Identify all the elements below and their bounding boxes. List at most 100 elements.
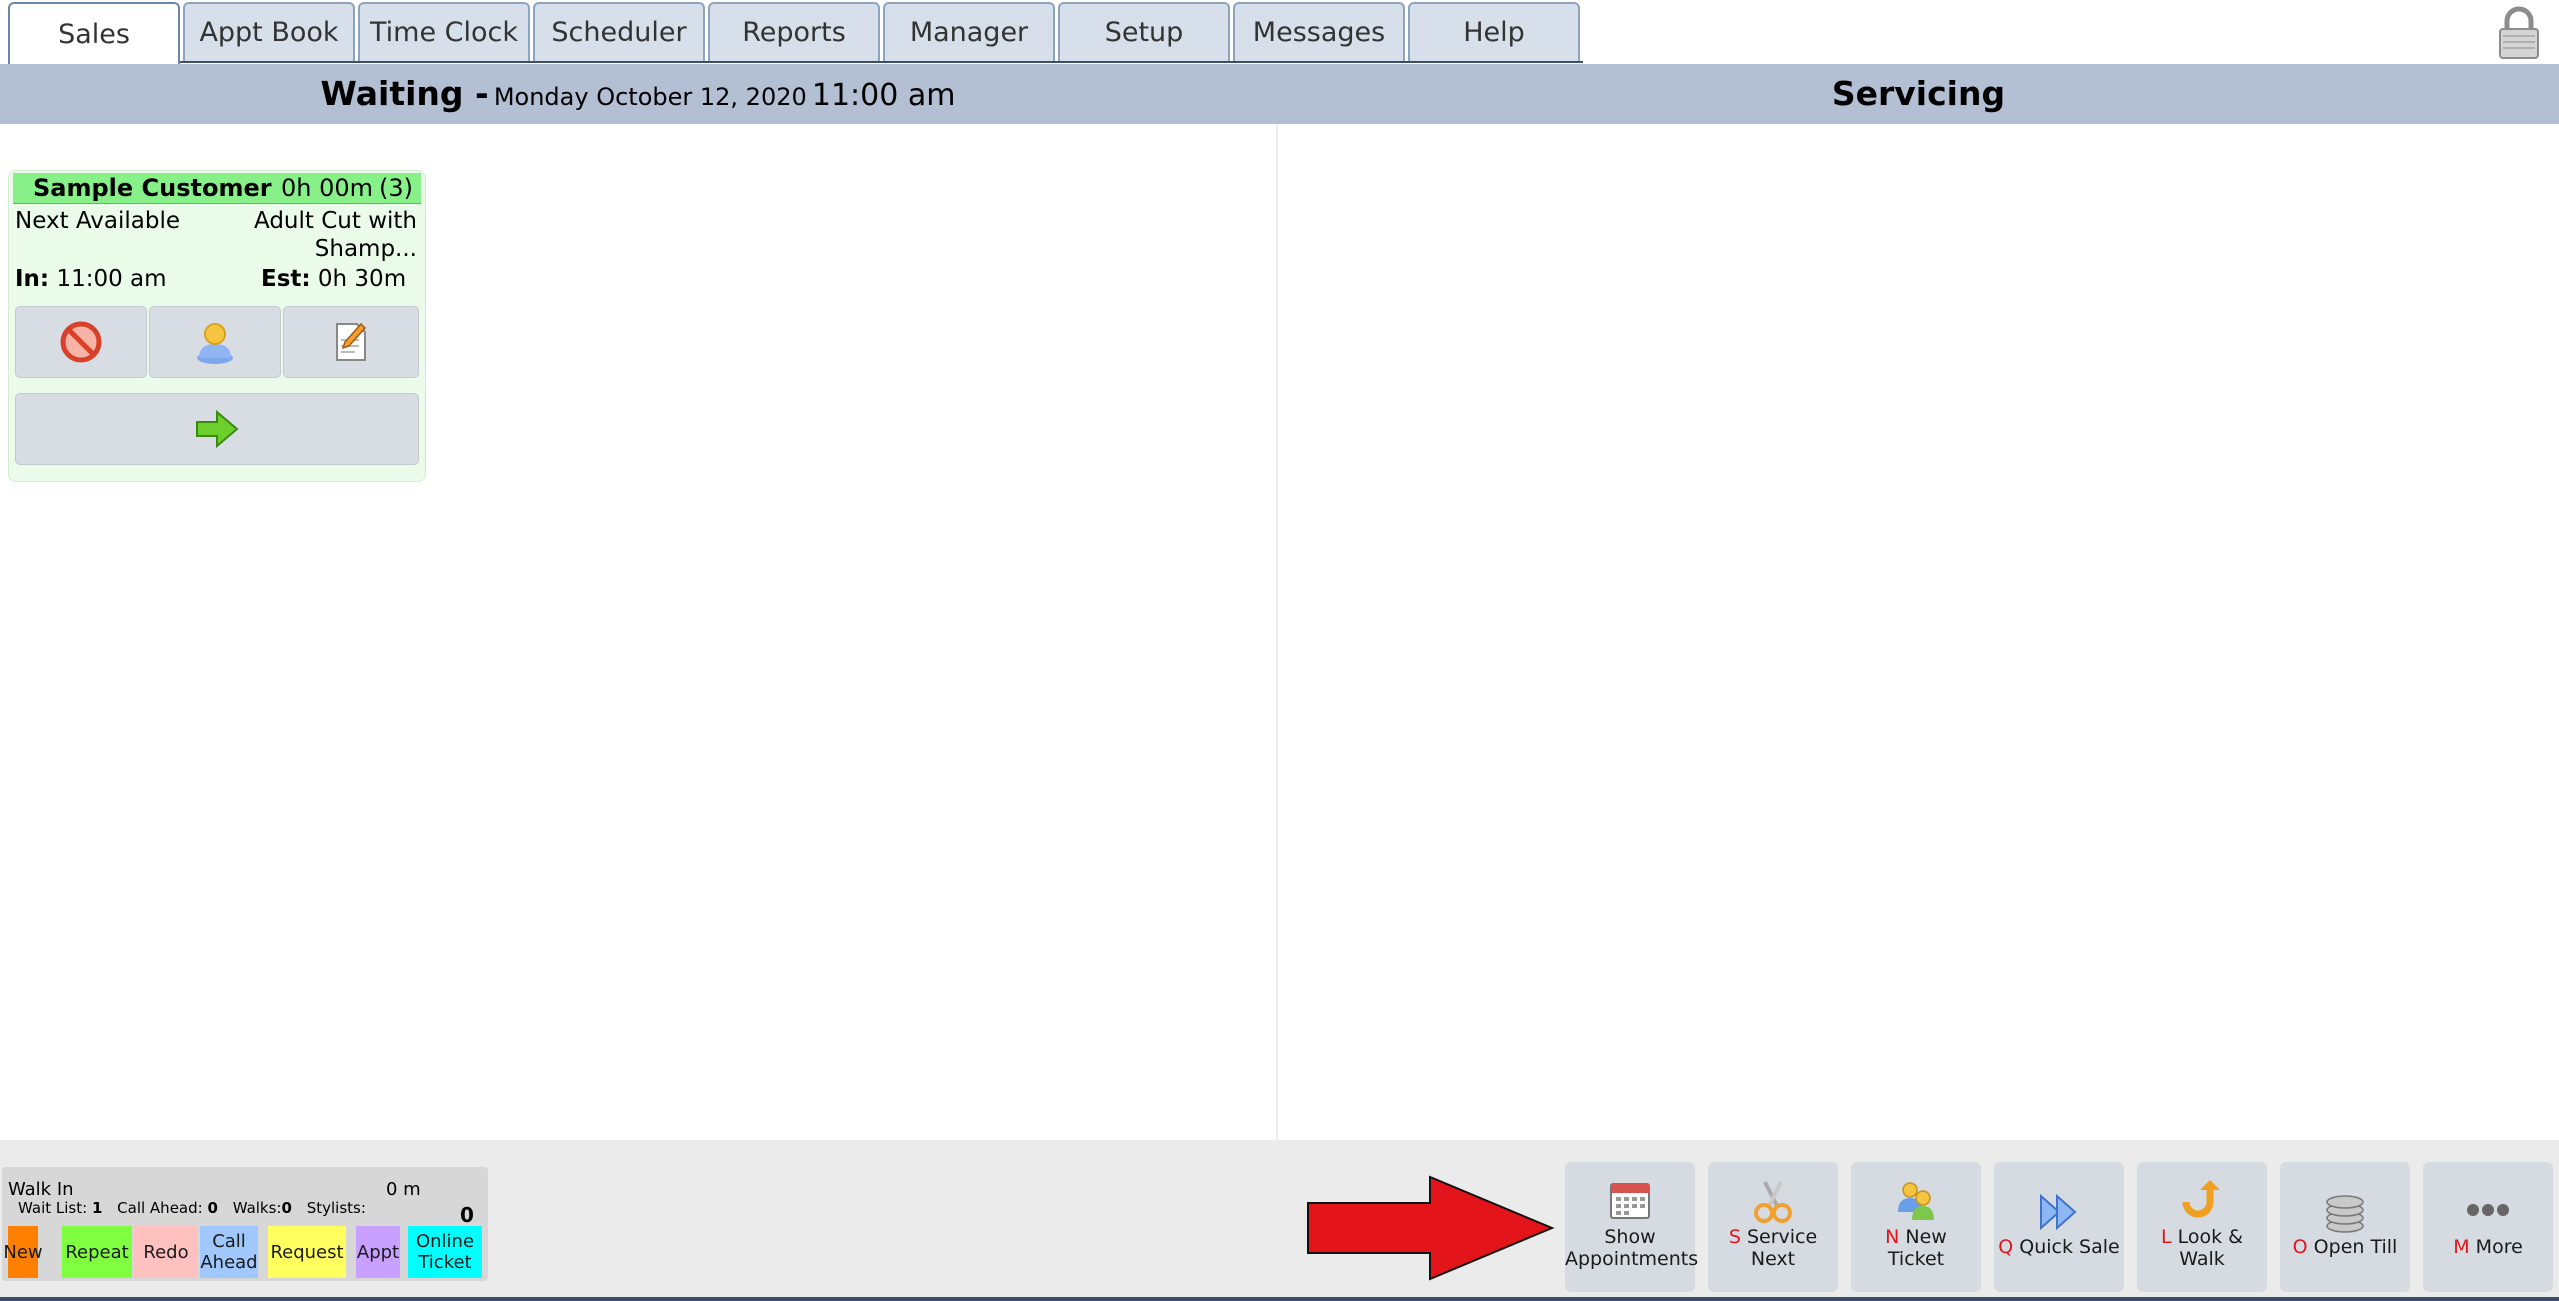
tab-sales[interactable]: Sales xyxy=(8,2,180,64)
legend-line-1: Call xyxy=(212,1231,246,1252)
service-line-2: Shamp... xyxy=(314,236,417,262)
tab-reports[interactable]: Reports xyxy=(708,2,880,61)
legend-line-2: Ticket xyxy=(418,1252,472,1273)
more-dots-icon xyxy=(2467,1204,2509,1216)
visit-count: (3) xyxy=(379,174,413,202)
stylists-label: Stylists: xyxy=(306,1199,366,1217)
walk-in-stats: Wait List: 1 Call Ahead: 0 Walks:0 Styli… xyxy=(18,1199,366,1217)
legend-label: Request xyxy=(270,1241,344,1263)
action-label: Show Appointments xyxy=(1565,1226,1699,1270)
action-line-1: New xyxy=(1905,1226,1947,1248)
current-time: 11:00 am xyxy=(811,78,956,113)
bottom-edge xyxy=(0,1297,2559,1301)
legend-new[interactable]: New xyxy=(3,1226,43,1278)
hotkey-letter: O xyxy=(2292,1236,2308,1258)
cancel-ticket-button[interactable] xyxy=(15,306,147,378)
action-label: O Open Till xyxy=(2280,1236,2410,1258)
tab-appt-book[interactable]: Appt Book xyxy=(183,2,355,61)
queue-header: Waiting - Monday October 12, 2020 11:00 … xyxy=(0,64,2559,124)
action-line-2: Next xyxy=(1750,1248,1796,1270)
legend-call-ahead[interactable]: Call Ahead xyxy=(200,1226,258,1278)
start-service-button[interactable] xyxy=(15,393,419,465)
tab-messages[interactable]: Messages xyxy=(1233,2,1405,61)
legend-label: Redo xyxy=(143,1241,189,1263)
prohibited-icon xyxy=(60,321,102,363)
action-line-1: Open Till xyxy=(2313,1236,2398,1258)
hotkey-letter: N xyxy=(1885,1226,1900,1248)
hotkey-letter: Q xyxy=(1998,1236,2014,1258)
quick-sale-button[interactable]: Q Quick Sale xyxy=(1994,1162,2124,1292)
wait-list-count: 1 xyxy=(91,1199,103,1217)
estimate-value: 0h 30m xyxy=(317,266,407,292)
main-tab-bar: Sales Appt Book Time Clock Scheduler Rep… xyxy=(0,0,2559,64)
open-till-button[interactable]: O Open Till xyxy=(2280,1162,2410,1292)
current-date: Monday October 12, 2020 xyxy=(493,83,807,111)
customer-profile-button[interactable] xyxy=(149,306,281,378)
person-icon xyxy=(197,323,233,364)
more-button[interactable]: M More xyxy=(2423,1162,2553,1292)
elapsed-time: 0h 00m xyxy=(281,174,374,202)
legend-line-1: Online xyxy=(415,1231,475,1252)
call-ahead-count: 0 xyxy=(207,1199,218,1217)
scissors-icon xyxy=(1754,1181,1792,1223)
legend-repeat[interactable]: Repeat xyxy=(62,1226,132,1278)
estimated-time: Est: 0h 30m xyxy=(261,265,406,293)
pane-divider xyxy=(1276,124,1278,1140)
tab-scheduler[interactable]: Scheduler xyxy=(533,2,705,61)
coin-stack-icon xyxy=(2326,1195,2364,1233)
tab-underline xyxy=(8,61,1583,63)
check-in-label: In: xyxy=(15,266,50,292)
legend-label: Appt xyxy=(356,1241,400,1263)
service-name: Adult Cut with Shamp... xyxy=(217,207,417,263)
call-ahead-label: Call Ahead: xyxy=(117,1199,203,1217)
annotation-arrow-icon xyxy=(1307,1175,1555,1281)
action-label: M More xyxy=(2423,1236,2553,1258)
walk-in-wait-time: 0 m xyxy=(386,1179,421,1200)
action-line-1: Service xyxy=(1746,1226,1818,1248)
legend-online-ticket[interactable]: Online Ticket xyxy=(408,1226,482,1278)
calendar-icon xyxy=(1610,1183,1650,1219)
arrow-right-icon xyxy=(196,409,239,449)
legend-request[interactable]: Request xyxy=(268,1226,346,1278)
legend-label: Repeat xyxy=(65,1241,129,1263)
lock-icon[interactable] xyxy=(2497,6,2541,60)
action-line-1: Look & xyxy=(2177,1226,2243,1248)
fast-forward-icon xyxy=(2040,1193,2077,1231)
service-next-button[interactable]: S Service Next xyxy=(1708,1162,1838,1292)
new-ticket-button[interactable]: N New Ticket xyxy=(1851,1162,1981,1292)
legend-redo[interactable]: Redo xyxy=(134,1226,198,1278)
waiting-label: Waiting - xyxy=(320,74,489,113)
action-label: Q Quick Sale xyxy=(1994,1236,2124,1258)
walk-in-total: 0 xyxy=(460,1203,474,1227)
wait-list-label: Wait List: xyxy=(18,1199,88,1217)
tab-time-clock[interactable]: Time Clock xyxy=(358,2,530,61)
u-turn-icon xyxy=(2182,1180,2220,1218)
walk-in-label: Walk In xyxy=(8,1179,74,1200)
action-label: L Look & Walk xyxy=(2137,1226,2267,1270)
show-appointments-button[interactable]: Show Appointments xyxy=(1565,1162,1699,1292)
ticket-card[interactable]: Sample Customer 0h 00m (3) Next Availabl… xyxy=(8,170,426,482)
tab-manager[interactable]: Manager xyxy=(883,2,1055,61)
legend-label: Call Ahead xyxy=(200,1231,257,1273)
ticket-card-header: Sample Customer 0h 00m (3) xyxy=(13,173,421,204)
walks-label: Walks: xyxy=(232,1199,282,1217)
legend-appt[interactable]: Appt xyxy=(356,1226,400,1278)
hotkey-letter: S xyxy=(1728,1226,1741,1248)
tab-setup[interactable]: Setup xyxy=(1058,2,1230,61)
hotkey-letter: L xyxy=(2161,1226,2172,1248)
walks-count: 0 xyxy=(281,1199,292,1217)
look-and-walk-button[interactable]: L Look & Walk xyxy=(2137,1162,2267,1292)
estimate-label: Est: xyxy=(261,266,311,292)
tab-help[interactable]: Help xyxy=(1408,2,1580,61)
check-in-value: 11:00 am xyxy=(56,266,167,292)
check-in-time: In: 11:00 am xyxy=(15,265,167,293)
action-label: N New Ticket xyxy=(1851,1226,1981,1270)
action-line-1: Show xyxy=(1604,1226,1656,1248)
action-line-2: Appointments xyxy=(1565,1248,1699,1270)
edit-ticket-button[interactable] xyxy=(283,306,419,378)
legend-label: New xyxy=(3,1241,43,1263)
action-line-2: Ticket xyxy=(1887,1248,1945,1270)
waiting-title: Waiting - Monday October 12, 2020 11:00 … xyxy=(0,64,1276,124)
hotkey-letter: M xyxy=(2453,1236,2470,1258)
customer-name: Sample Customer xyxy=(33,174,272,202)
